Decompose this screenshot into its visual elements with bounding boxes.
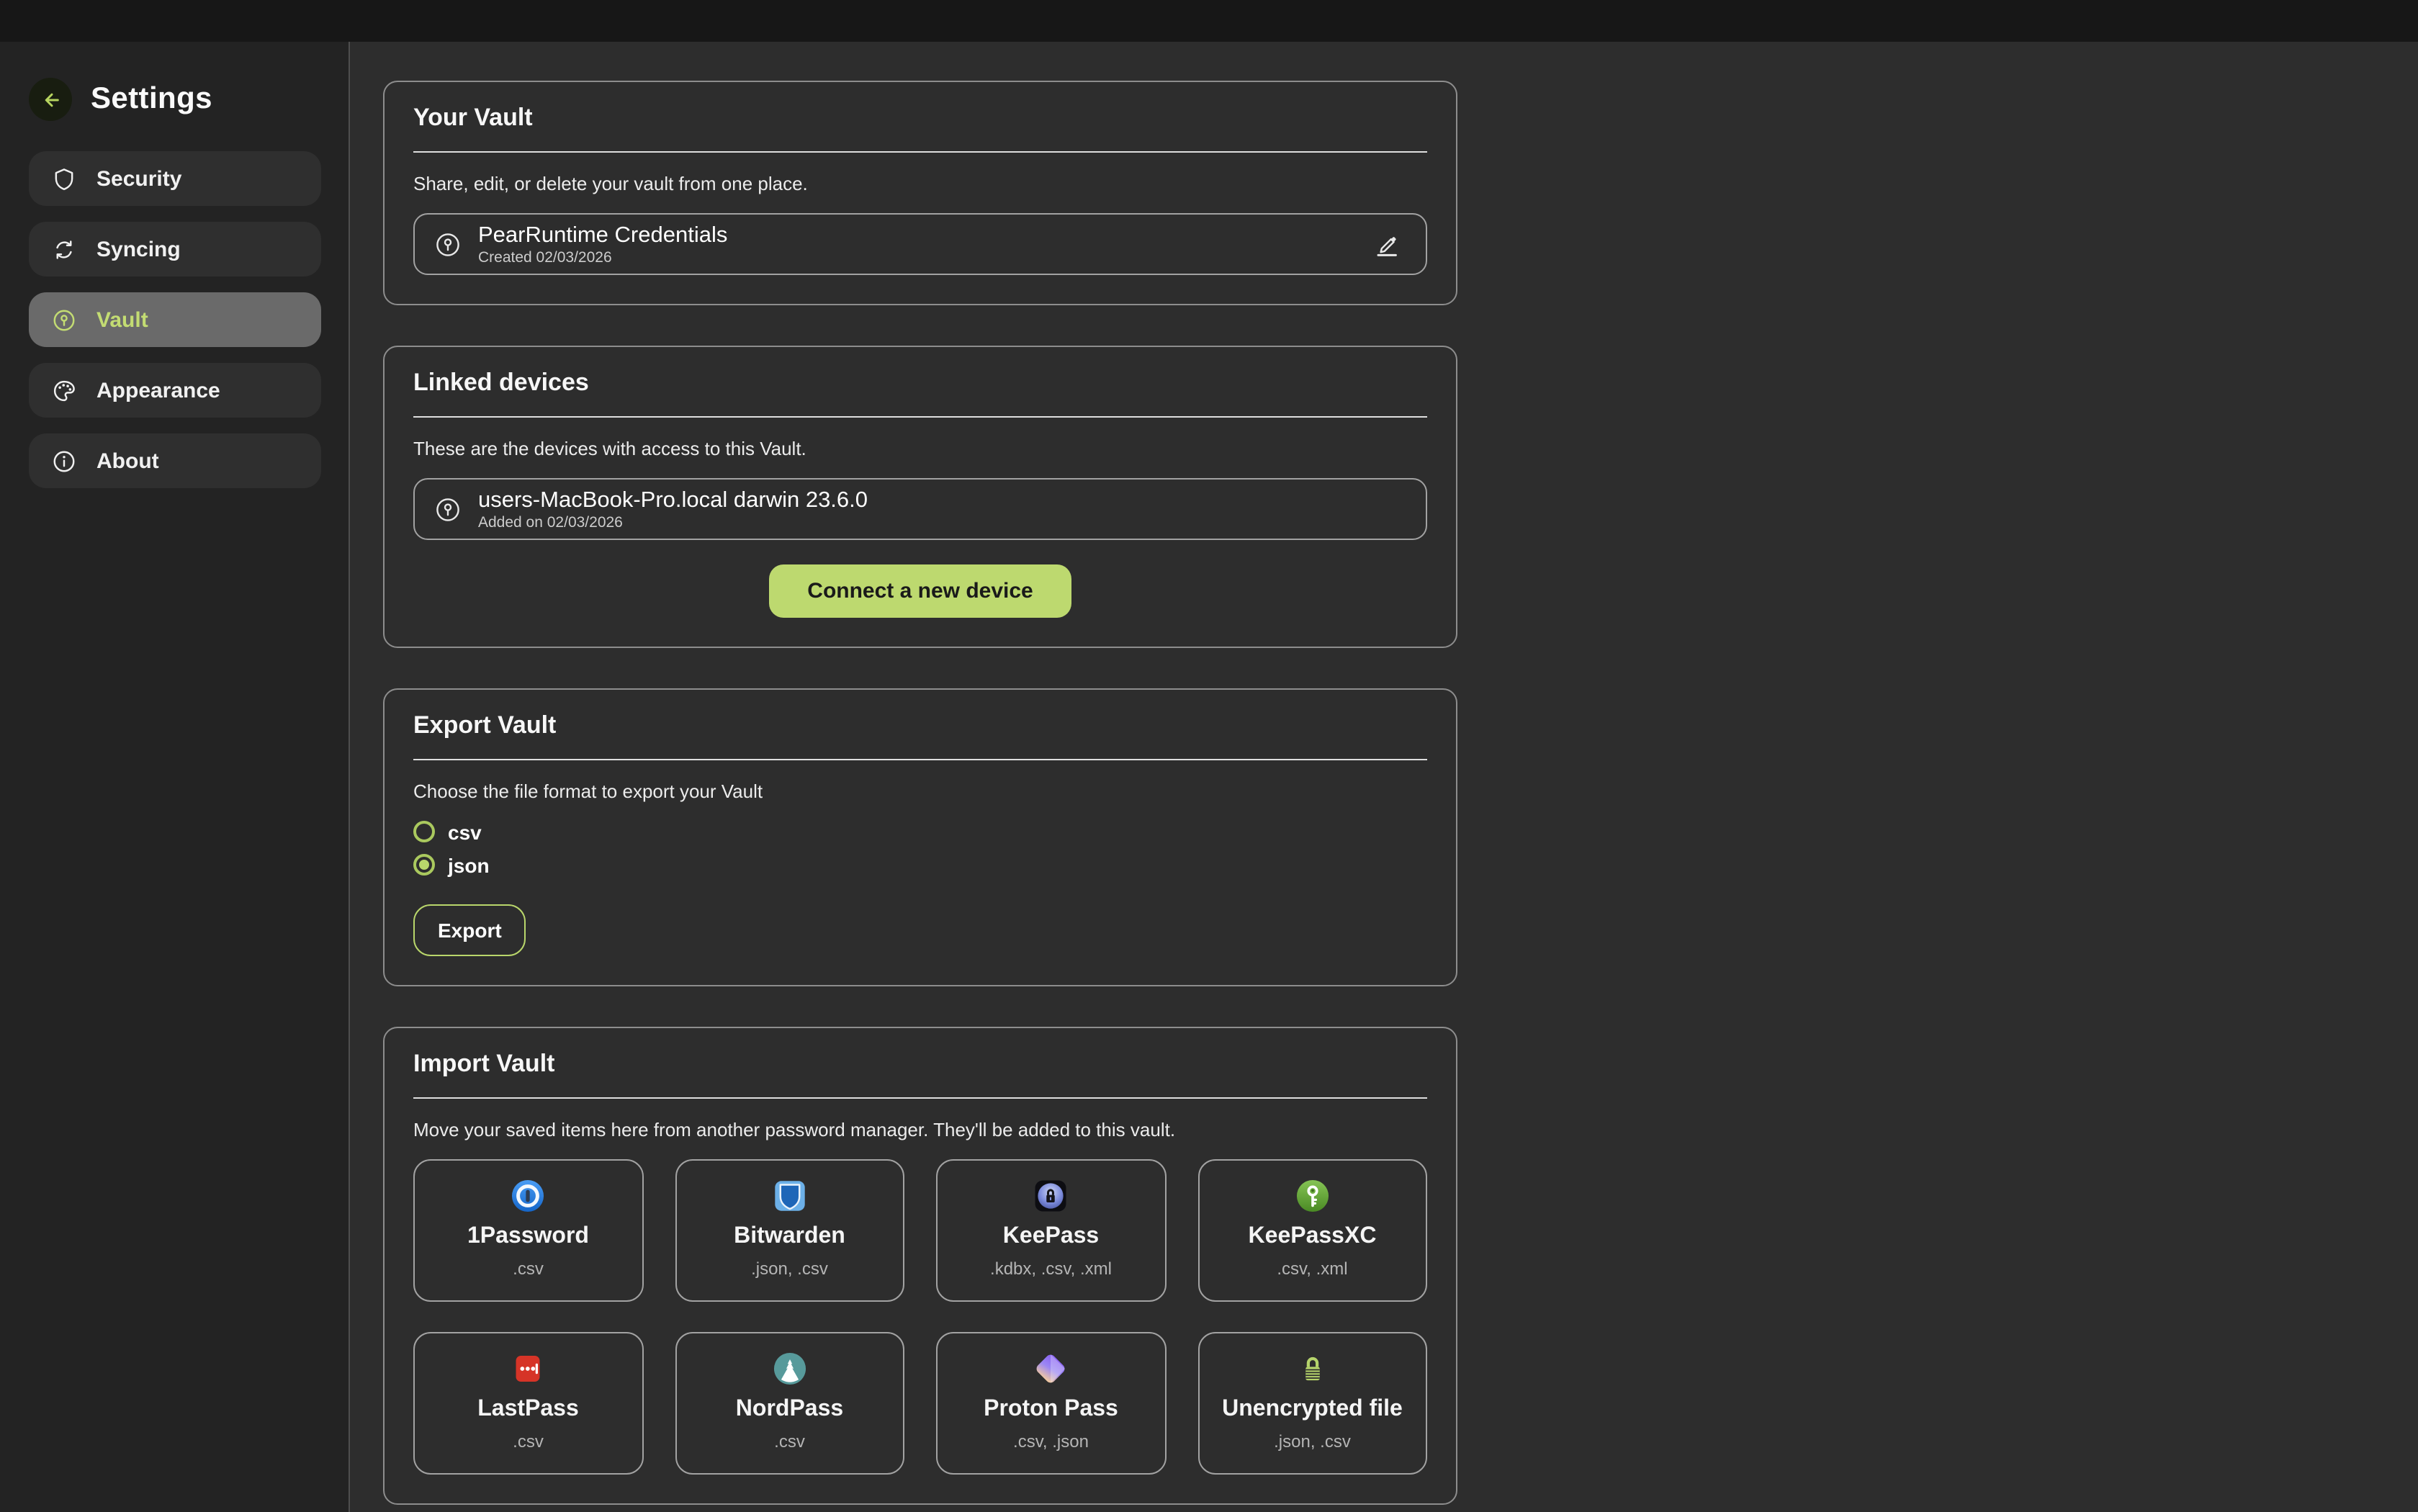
vault-item[interactable]: PearRuntime Credentials Created 02/03/20… <box>413 213 1427 275</box>
palette-icon <box>52 378 76 402</box>
sidebar-item-label: Security <box>96 166 181 191</box>
provider-formats: .kdbx, .csv, .xml <box>990 1259 1112 1279</box>
import-tile-proton-pass[interactable]: Proton Pass .csv, .json <box>936 1332 1166 1475</box>
provider-name: LastPass <box>477 1397 579 1423</box>
import-tile-keepassxc[interactable]: KeePassXC .csv, .xml <box>1197 1159 1427 1302</box>
import-tile-1password[interactable]: 1Password .csv <box>413 1159 643 1302</box>
import-vault-card: Import Vault Move your saved items here … <box>383 1027 1457 1505</box>
device-name: users-MacBook-Pro.local darwin 23.6.0 <box>478 487 868 512</box>
card-title: Linked devices <box>413 369 1427 397</box>
card-description: Choose the file format to export your Va… <box>413 780 1427 804</box>
radio-label: csv <box>448 820 482 843</box>
unencrypted-file-icon <box>1296 1351 1329 1387</box>
shield-icon <box>52 166 76 191</box>
radio-button-csv[interactable] <box>413 821 435 842</box>
card-title: Import Vault <box>413 1050 1427 1079</box>
import-tile-bitwarden[interactable]: Bitwarden .json, .csv <box>675 1159 904 1302</box>
settings-main: Your Vault Share, edit, or delete your v… <box>351 42 2418 1512</box>
back-button[interactable] <box>29 78 72 121</box>
import-tile-unencrypted-file[interactable]: Unencrypted file .json, .csv <box>1197 1332 1427 1475</box>
card-description: Share, edit, or delete your vault from o… <box>413 173 1427 196</box>
import-tile-nordpass[interactable]: NordPass .csv <box>675 1332 904 1475</box>
radio-option-json[interactable]: json <box>413 851 1427 878</box>
nordpass-icon <box>773 1351 806 1387</box>
radio-label: json <box>448 853 490 876</box>
keyhole-icon <box>435 496 461 522</box>
provider-name: Proton Pass <box>984 1397 1118 1423</box>
provider-name: KeePassXC <box>1249 1224 1377 1250</box>
export-button[interactable]: Export <box>413 904 526 956</box>
card-title: Export Vault <box>413 711 1427 740</box>
sidebar-item-label: Appearance <box>96 378 220 402</box>
vault-name: PearRuntime Credentials <box>478 222 727 247</box>
vault-created-date: Created 02/03/2026 <box>478 248 727 266</box>
provider-formats: .csv <box>774 1431 805 1452</box>
arrow-left-icon <box>38 87 63 112</box>
provider-name: NordPass <box>736 1397 843 1423</box>
onepassword-icon <box>512 1178 545 1214</box>
sidebar-item-about[interactable]: About <box>29 433 321 488</box>
sync-icon <box>52 237 76 261</box>
edit-pencil-icon <box>1372 230 1401 258</box>
sidebar-item-label: Syncing <box>96 237 181 261</box>
keyhole-icon <box>52 307 76 332</box>
sidebar-item-syncing[interactable]: Syncing <box>29 222 321 276</box>
sidebar-nav: Security Syncing Vault <box>29 151 321 488</box>
provider-name: Bitwarden <box>734 1224 845 1250</box>
import-tile-lastpass[interactable]: LastPass .csv <box>413 1332 643 1475</box>
settings-sidebar: Settings Security Syncing <box>0 42 350 1512</box>
lastpass-icon <box>512 1351 545 1387</box>
device-added-date: Added on 02/03/2026 <box>478 513 868 531</box>
page-title: Settings <box>91 82 212 117</box>
provider-name: 1Password <box>467 1224 589 1250</box>
card-title: Your Vault <box>413 104 1427 132</box>
provider-name: Unencrypted file <box>1222 1397 1403 1423</box>
keepass-icon <box>1035 1178 1068 1214</box>
sidebar-header: Settings <box>29 78 349 121</box>
sidebar-item-label: About <box>96 449 159 473</box>
edit-vault-button[interactable] <box>1368 225 1406 263</box>
divider <box>413 1097 1427 1099</box>
card-description: Move your saved items here from another … <box>413 1119 1427 1142</box>
provider-name: KeePass <box>1003 1224 1099 1250</box>
provider-formats: .csv <box>513 1431 544 1452</box>
export-format-group: csv json <box>413 818 1427 878</box>
provider-formats: .json, .csv <box>1274 1431 1351 1452</box>
provider-formats: .csv <box>513 1259 544 1279</box>
import-provider-grid: 1Password .csv Bitwarden .json, .csv <box>413 1159 1427 1475</box>
device-item[interactable]: users-MacBook-Pro.local darwin 23.6.0 Ad… <box>413 478 1427 540</box>
import-tile-keepass[interactable]: KeePass .kdbx, .csv, .xml <box>936 1159 1166 1302</box>
provider-formats: .csv, .xml <box>1277 1259 1347 1279</box>
provider-formats: .csv, .json <box>1013 1431 1089 1452</box>
divider <box>413 151 1427 153</box>
sidebar-item-appearance[interactable]: Appearance <box>29 363 321 418</box>
linked-devices-card: Linked devices These are the devices wit… <box>383 346 1457 648</box>
bitwarden-icon <box>773 1178 806 1214</box>
divider <box>413 759 1427 760</box>
radio-button-json[interactable] <box>413 854 435 876</box>
your-vault-card: Your Vault Share, edit, or delete your v… <box>383 81 1457 305</box>
app-window: Settings Security Syncing <box>0 0 2418 1512</box>
export-vault-card: Export Vault Choose the file format to e… <box>383 688 1457 986</box>
connect-new-device-button[interactable]: Connect a new device <box>768 564 1071 618</box>
window-titlebar <box>0 0 2418 42</box>
sidebar-item-vault[interactable]: Vault <box>29 292 321 347</box>
divider <box>413 416 1427 418</box>
protonpass-icon <box>1033 1351 1069 1387</box>
card-description: These are the devices with access to thi… <box>413 438 1427 461</box>
radio-option-csv[interactable]: csv <box>413 818 1427 845</box>
info-icon <box>52 449 76 473</box>
sidebar-item-security[interactable]: Security <box>29 151 321 206</box>
keyhole-icon <box>435 231 461 257</box>
keepassxc-icon <box>1296 1178 1329 1214</box>
provider-formats: .json, .csv <box>751 1259 828 1279</box>
sidebar-item-label: Vault <box>96 307 148 332</box>
